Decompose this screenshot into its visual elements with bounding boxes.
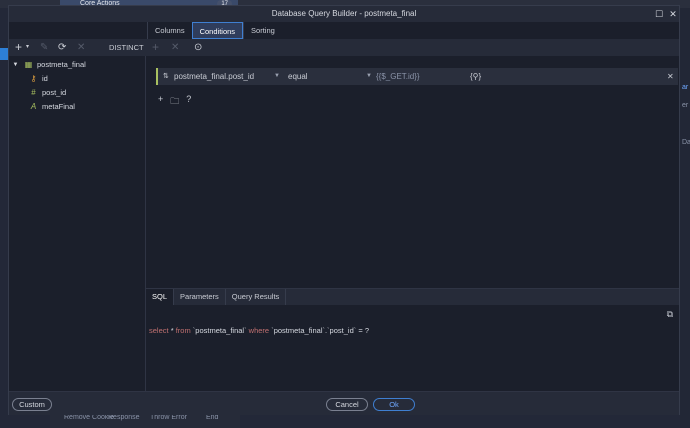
close-icon[interactable]: ✕ <box>668 9 678 19</box>
sql-token: * <box>170 326 174 335</box>
sql-keyword: from <box>175 326 191 335</box>
query-builder-dialog: Database Query Builder - postmeta_final … <box>8 5 680 415</box>
background-snippet: ar <box>682 84 689 91</box>
sql-keyword: where <box>248 326 270 335</box>
background-action-response[interactable]: Response <box>108 414 140 421</box>
copy-icon[interactable]: ⧉ <box>667 309 673 320</box>
tree-column-name: id <box>42 74 48 83</box>
condition-field[interactable]: postmeta_final.post_id <box>174 68 254 85</box>
sort-arrows-icon: ⇅ <box>163 73 169 80</box>
background-action-throw-error[interactable]: Throw Error <box>150 414 187 421</box>
tab-sql[interactable]: SQL <box>146 289 175 305</box>
remove-condition-icon[interactable]: ✕ <box>171 39 179 56</box>
builder-toolbar: + ▾ ✎ ⟳ ✕ DISTINCT + ✕ ⊙ <box>9 39 679 56</box>
background-right-panel: ar er Da <box>680 8 690 428</box>
conditions-area: ⇅ postmeta_final.post_id ▼ equal ▼ {{$_G… <box>146 56 679 288</box>
condition-actions: + 🗀 ? <box>158 94 191 110</box>
dialog-footer: Custom Cancel Ok <box>9 391 679 415</box>
table-tree: ▼ ▦ postmeta_final ⚷ id # post_id A meta… <box>9 56 146 391</box>
dynamic-data-icon[interactable]: {⚲} <box>470 68 481 85</box>
custom-button[interactable]: Custom <box>12 398 52 411</box>
text-type-icon: A <box>30 102 37 111</box>
help-icon[interactable]: ? <box>186 94 191 110</box>
delete-icon[interactable]: ✕ <box>77 39 85 56</box>
tree-column-name: metaFinal <box>42 102 75 111</box>
sql-column: `postmeta_final`.`post_id` <box>271 326 357 335</box>
tree-column-row[interactable]: ⚷ id <box>29 73 48 85</box>
sql-param: ? <box>364 326 369 335</box>
background-snippet: Da <box>682 139 690 146</box>
operator-dropdown-chevron-icon[interactable]: ▼ <box>366 68 372 85</box>
distinct-toggle[interactable]: DISTINCT <box>109 39 144 56</box>
table-icon: ▦ <box>24 60 33 69</box>
condition-value[interactable]: {{$_GET.id}} <box>376 68 420 85</box>
tree-column-row[interactable]: # post_id <box>29 87 66 99</box>
tree-table-row[interactable]: ▼ ▦ postmeta_final <box>11 59 86 71</box>
add-icon[interactable]: + <box>15 39 22 56</box>
tab-query-results[interactable]: Query Results <box>226 289 287 305</box>
background-action-remove-cookie[interactable]: Remove Cookie <box>64 414 114 421</box>
sql-keyword: select <box>149 326 169 335</box>
add-rule-icon[interactable]: + <box>158 94 163 110</box>
dialog-titlebar: Database Query Builder - postmeta_final … <box>9 6 679 22</box>
tree-column-row[interactable]: A metaFinal <box>29 101 75 113</box>
dialog-title: Database Query Builder - postmeta_final <box>271 9 417 18</box>
add-condition-icon[interactable]: + <box>152 39 159 56</box>
tab-sorting[interactable]: Sorting <box>243 22 282 39</box>
tab-conditions[interactable]: Conditions <box>191 22 244 39</box>
edit-icon[interactable]: ✎ <box>40 39 48 56</box>
condition-operator[interactable]: equal <box>288 68 308 85</box>
background-action-end[interactable]: End <box>206 414 218 421</box>
condition-row[interactable]: ⇅ postmeta_final.post_id ▼ equal ▼ {{$_G… <box>156 68 678 85</box>
run-query-icon[interactable]: ⊙ <box>194 39 202 56</box>
output-tabs: SQL Parameters Query Results <box>146 289 679 305</box>
chevron-down-icon[interactable]: ▼ <box>11 59 20 71</box>
tree-table-name: postmeta_final <box>37 60 86 69</box>
tab-columns[interactable]: Columns <box>147 22 192 39</box>
builder-tabs: Columns Conditions Sorting <box>147 22 282 39</box>
background-snippet: er <box>682 102 689 109</box>
tree-column-name: post_id <box>42 88 67 97</box>
sql-preview: select * from `postmeta_final` where `po… <box>149 326 369 335</box>
maximize-icon[interactable]: ☐ <box>654 9 664 19</box>
sql-token: = <box>358 326 363 335</box>
cancel-button[interactable]: Cancel <box>326 398 368 411</box>
remove-condition-row-icon[interactable]: ✕ <box>667 68 674 85</box>
output-pane: SQL Parameters Query Results ⧉ select * … <box>146 288 679 391</box>
add-group-folder-icon[interactable]: 🗀 <box>170 94 179 110</box>
tab-parameters[interactable]: Parameters <box>174 289 226 305</box>
sql-table: `postmeta_final` <box>192 326 247 335</box>
ok-button[interactable]: Ok <box>373 398 415 411</box>
field-dropdown-chevron-icon[interactable]: ▼ <box>274 68 280 85</box>
key-icon: ⚷ <box>30 74 37 83</box>
add-dropdown-chevron-icon[interactable]: ▾ <box>26 39 29 56</box>
refresh-icon[interactable]: ⟳ <box>58 39 66 56</box>
hash-icon: # <box>31 88 36 97</box>
